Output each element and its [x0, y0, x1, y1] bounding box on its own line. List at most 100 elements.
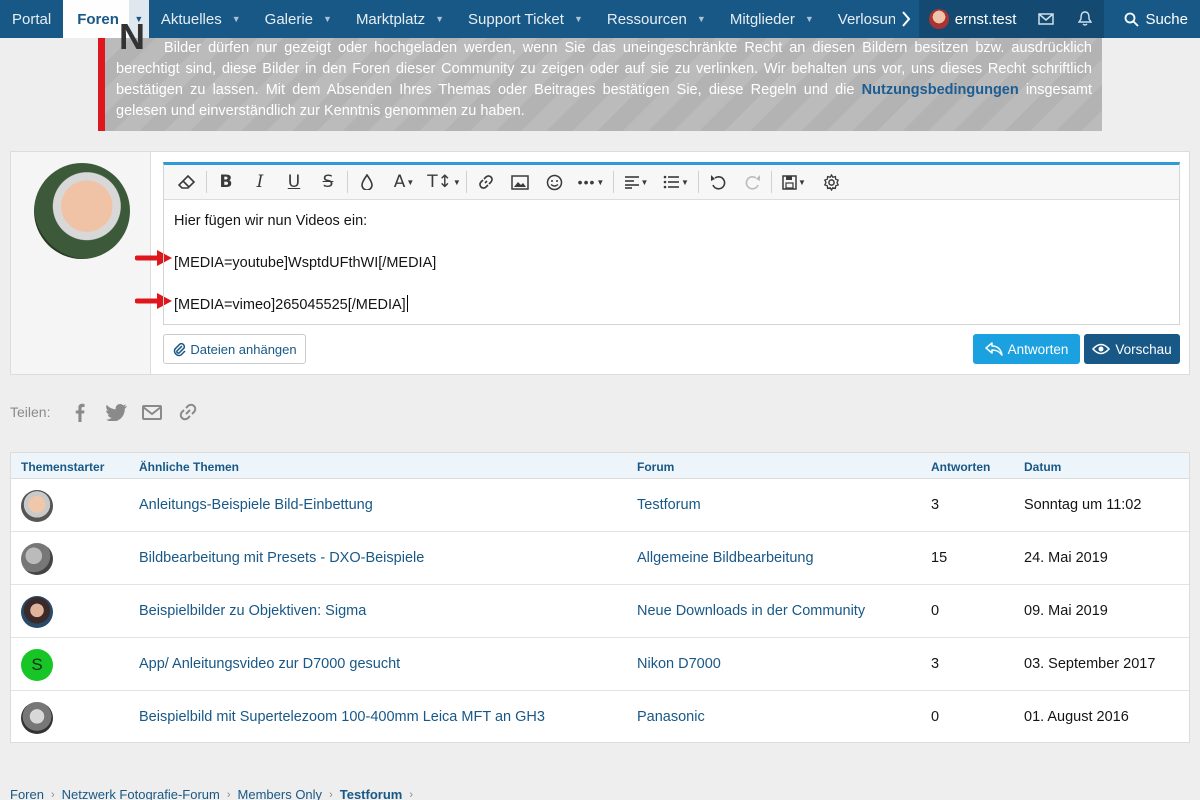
chevron-down-icon: ▼: [323, 14, 332, 24]
thread-title-link[interactable]: App/ Anleitungsvideo zur D7000 gesucht: [139, 656, 400, 672]
breadcrumb-item[interactable]: Members Only: [238, 787, 323, 800]
redo-icon[interactable]: [735, 167, 769, 197]
attach-label: Dateien anhängen: [190, 341, 297, 357]
breadcrumb-item-current[interactable]: Testforum: [340, 787, 403, 800]
search-label: Suche: [1145, 10, 1188, 28]
table-header: Themenstarter Ähnliche Themen Forum Antw…: [11, 453, 1189, 479]
nav-item-marktplatz[interactable]: Marktplatz ▼: [344, 0, 456, 38]
similar-threads-table: Themenstarter Ähnliche Themen Forum Antw…: [10, 452, 1190, 743]
strikethrough-icon[interactable]: S: [311, 167, 345, 197]
avatar[interactable]: [21, 596, 53, 628]
undo-icon[interactable]: [701, 167, 735, 197]
nav-item-ressourcen[interactable]: Ressourcen ▼: [595, 0, 718, 38]
breadcrumb-item[interactable]: Netzwerk Fotografie-Forum: [62, 787, 220, 800]
editor-line-last: [MEDIA=vimeo]265045525[/MEDIA]: [174, 295, 1169, 316]
thread-date: 01. August 2016: [1024, 709, 1129, 725]
nav-item-portal[interactable]: Portal: [0, 0, 63, 38]
user-account[interactable]: ernst.test: [919, 0, 1027, 38]
avatar: [928, 9, 949, 29]
image-icon[interactable]: [503, 167, 537, 197]
terms-link[interactable]: Nutzungsbedingungen: [862, 82, 1019, 98]
gear-icon[interactable]: [814, 167, 848, 197]
save-draft-icon[interactable]: ▼: [774, 167, 814, 197]
image-rights-notice: N Bilder dürfen nur gezeigt oder hochgel…: [98, 19, 1102, 131]
forum-link[interactable]: Panasonic: [637, 709, 705, 725]
italic-icon[interactable]: I: [243, 167, 277, 197]
avatar[interactable]: [21, 490, 53, 522]
preview-button[interactable]: Vorschau: [1084, 334, 1180, 364]
avatar[interactable]: [21, 702, 53, 734]
avatar[interactable]: S: [21, 649, 53, 681]
forum-link[interactable]: Nikon D7000: [637, 656, 721, 672]
list-icon[interactable]: ▼: [656, 167, 696, 197]
nav-item-galerie[interactable]: Galerie ▼: [253, 0, 344, 38]
column-header-replies[interactable]: Antworten: [931, 460, 990, 474]
chevron-down-icon: ▼: [573, 14, 583, 24]
facebook-icon[interactable]: [62, 403, 98, 422]
align-icon[interactable]: ▼: [616, 167, 656, 197]
message-editor[interactable]: B I U S A ▼ T↕ ▼ ••• ▼ ▼ ▼ ▼ Hier fügen …: [163, 162, 1180, 325]
chevron-right-icon[interactable]: [895, 0, 917, 38]
thread-title-link[interactable]: Beispielbild mit Supertelezoom 100-400mm…: [139, 709, 545, 725]
toolbar-divider: [466, 171, 467, 193]
search-icon: [1125, 12, 1140, 27]
table-row: Beispielbild mit Supertelezoom 100-400mm…: [11, 691, 1189, 744]
email-icon[interactable]: [134, 404, 170, 420]
link-icon[interactable]: [469, 167, 503, 197]
smiley-icon[interactable]: [537, 167, 571, 197]
chevron-down-icon: ▼: [804, 14, 814, 24]
preview-label: Vorschau: [1115, 341, 1172, 357]
chevron-down-icon: ▼: [696, 14, 706, 24]
replies-count: 0: [931, 709, 940, 725]
avatar[interactable]: [21, 543, 53, 575]
thread-title-link[interactable]: Bildbearbeitung mit Presets - DXO-Beispi…: [139, 550, 424, 566]
forum-link[interactable]: Allgemeine Bildbearbeitung: [637, 550, 814, 566]
thread-date: 03. September 2017: [1024, 656, 1156, 672]
attach-files-button[interactable]: Dateien anhängen: [163, 334, 306, 364]
editor-line: [MEDIA=youtube]WsptdUFthWI[/MEDIA]: [174, 255, 437, 271]
forum-link[interactable]: Testforum: [637, 497, 701, 513]
font-size-icon[interactable]: T↕ ▼: [424, 167, 464, 197]
table-row: Bildbearbeitung mit Presets - DXO-Beispi…: [11, 532, 1189, 585]
bell-icon[interactable]: [1066, 0, 1104, 38]
chevron-down-icon: ▼: [435, 14, 445, 24]
twitter-icon[interactable]: [98, 403, 134, 421]
link-icon[interactable]: [170, 402, 206, 422]
thread-title-link[interactable]: Beispielbilder zu Objektiven: Sigma: [139, 603, 366, 619]
nav-item-verlosungen[interactable]: Verlosungen: [826, 0, 895, 38]
chevron-right-icon: ›: [50, 788, 55, 800]
forum-link[interactable]: Neue Downloads in der Community: [637, 603, 865, 619]
more-options-icon[interactable]: ••• ▼: [571, 167, 611, 197]
column-header-title[interactable]: Ähnliche Themen: [139, 460, 239, 474]
search-button[interactable]: Suche: [1112, 0, 1200, 38]
reply-button[interactable]: Antworten: [973, 334, 1080, 364]
thread-date: 09. Mai 2019: [1024, 603, 1108, 619]
thread-title-link[interactable]: Anleitungs-Beispiele Bild-Einbettung: [139, 497, 373, 513]
reply-icon: [984, 342, 1003, 356]
column-header-forum[interactable]: Forum: [637, 460, 674, 474]
color-drop-icon[interactable]: [350, 167, 384, 197]
nav-item-label: Mitglieder: [729, 10, 795, 28]
toolbar-divider: [206, 171, 207, 193]
nav-item-label: Ressourcen: [606, 10, 687, 28]
editor-line: Hier fügen wir nun Videos ein:: [174, 213, 368, 229]
editor-content[interactable]: Hier fügen wir nun Videos ein: [MEDIA=yo…: [164, 200, 1179, 327]
replies-count: 3: [931, 656, 940, 672]
breadcrumb-item[interactable]: Foren: [10, 787, 44, 800]
nav-item-label: Marktplatz: [355, 10, 426, 28]
nav-item-mitglieder[interactable]: Mitglieder ▼: [718, 0, 826, 38]
underline-icon[interactable]: U: [277, 167, 311, 197]
toolbar-divider: [613, 171, 614, 193]
font-family-icon[interactable]: A ▼: [384, 167, 424, 197]
envelope-icon[interactable]: [1026, 0, 1066, 38]
replies-count: 3: [931, 497, 940, 513]
nav-item-aktuelles[interactable]: Aktuelles ▼: [149, 0, 253, 38]
notice-icon: N: [119, 16, 145, 57]
bold-icon[interactable]: B: [209, 167, 243, 197]
eraser-icon[interactable]: [170, 167, 204, 197]
nav-item-label: Aktuelles: [160, 10, 222, 28]
column-header-date[interactable]: Datum: [1024, 460, 1061, 474]
user-menu[interactable]: ernst.test: [918, 0, 1105, 38]
nav-item-support-ticket[interactable]: Support Ticket ▼: [456, 0, 595, 38]
column-header-starter[interactable]: Themenstarter: [21, 460, 104, 474]
